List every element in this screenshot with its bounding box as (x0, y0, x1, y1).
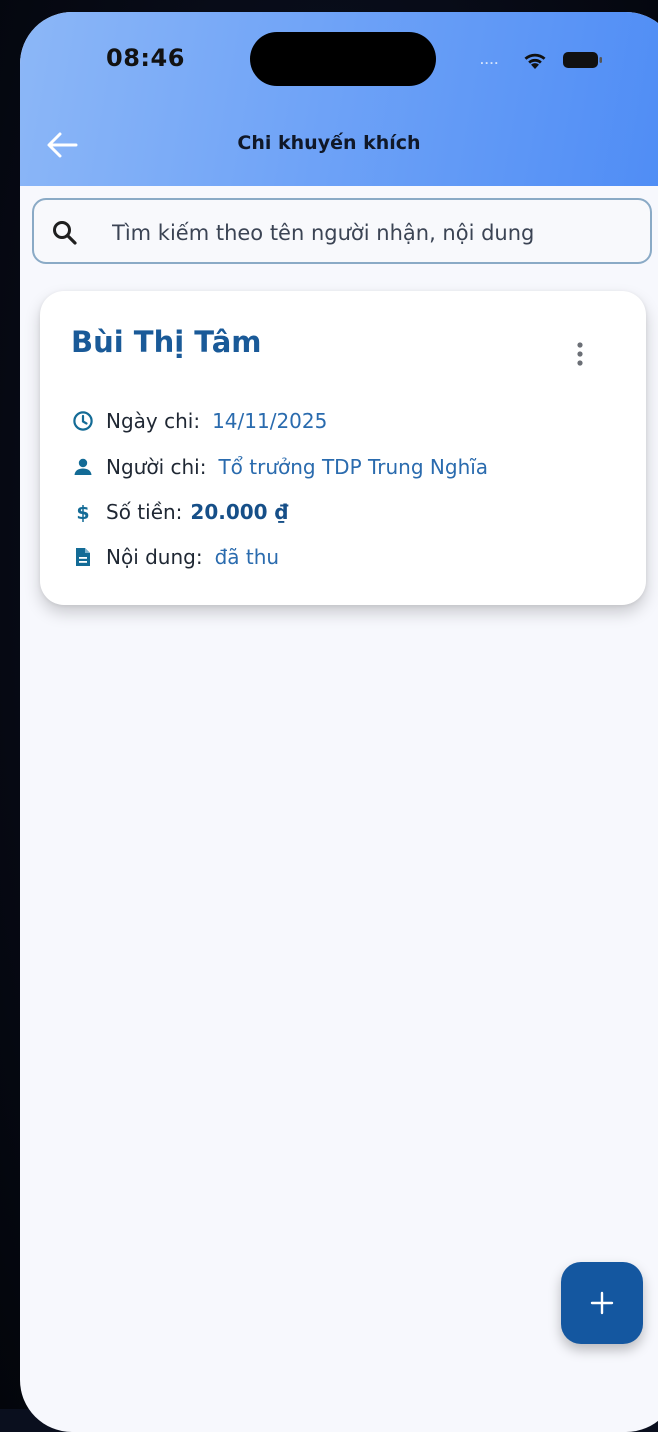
clock-icon (73, 411, 93, 431)
amount-row: $ Số tiền: 20.000 ₫ (72, 496, 288, 528)
signal-indicator: .... (480, 56, 500, 67)
battery-icon (563, 52, 602, 68)
document-icon (76, 548, 90, 566)
date-value: 14/11/2025 (212, 409, 328, 433)
dollar-icon: $ (76, 502, 89, 523)
plus-icon (590, 1291, 614, 1315)
person-icon (74, 458, 92, 475)
svg-text:$: $ (76, 502, 89, 523)
content-label: Nội dung: (106, 545, 203, 569)
payer-value: Tổ trưởng TDP Trung Nghĩa (218, 455, 489, 479)
expense-card[interactable]: Bùi Thị Tâm Ngày chi: 14/11/2025 Người c… (40, 291, 646, 605)
content-row: Nội dung: đã thu (72, 541, 279, 573)
page-title: Chi khuyến khích (237, 132, 421, 154)
amount-value: 20.000 ₫ (190, 500, 289, 524)
add-button[interactable] (561, 1262, 643, 1344)
payer-label: Người chi: (106, 455, 207, 479)
app-bar: 08:46 .... Chi khuyến khích (20, 12, 658, 186)
payer-row: Người chi: Tổ trưởng TDP Trung Nghĩa (72, 451, 488, 483)
search-bar[interactable] (32, 198, 652, 264)
status-time: 08:46 (106, 44, 185, 72)
dynamic-island (250, 32, 436, 86)
date-row: Ngày chi: 14/11/2025 (72, 405, 327, 437)
recipient-name: Bùi Thị Tâm (71, 325, 262, 359)
search-icon (53, 221, 77, 245)
wifi-icon (524, 53, 546, 69)
amount-label: Số tiền: (106, 500, 183, 524)
phone-screen: 08:46 .... Chi khuyến khích Bùi Thị Tâm (20, 12, 658, 1432)
date-label: Ngày chi: (106, 409, 201, 433)
content-value: đã thu (214, 545, 280, 569)
more-vertical-icon[interactable] (568, 337, 592, 377)
search-input[interactable] (110, 212, 634, 254)
